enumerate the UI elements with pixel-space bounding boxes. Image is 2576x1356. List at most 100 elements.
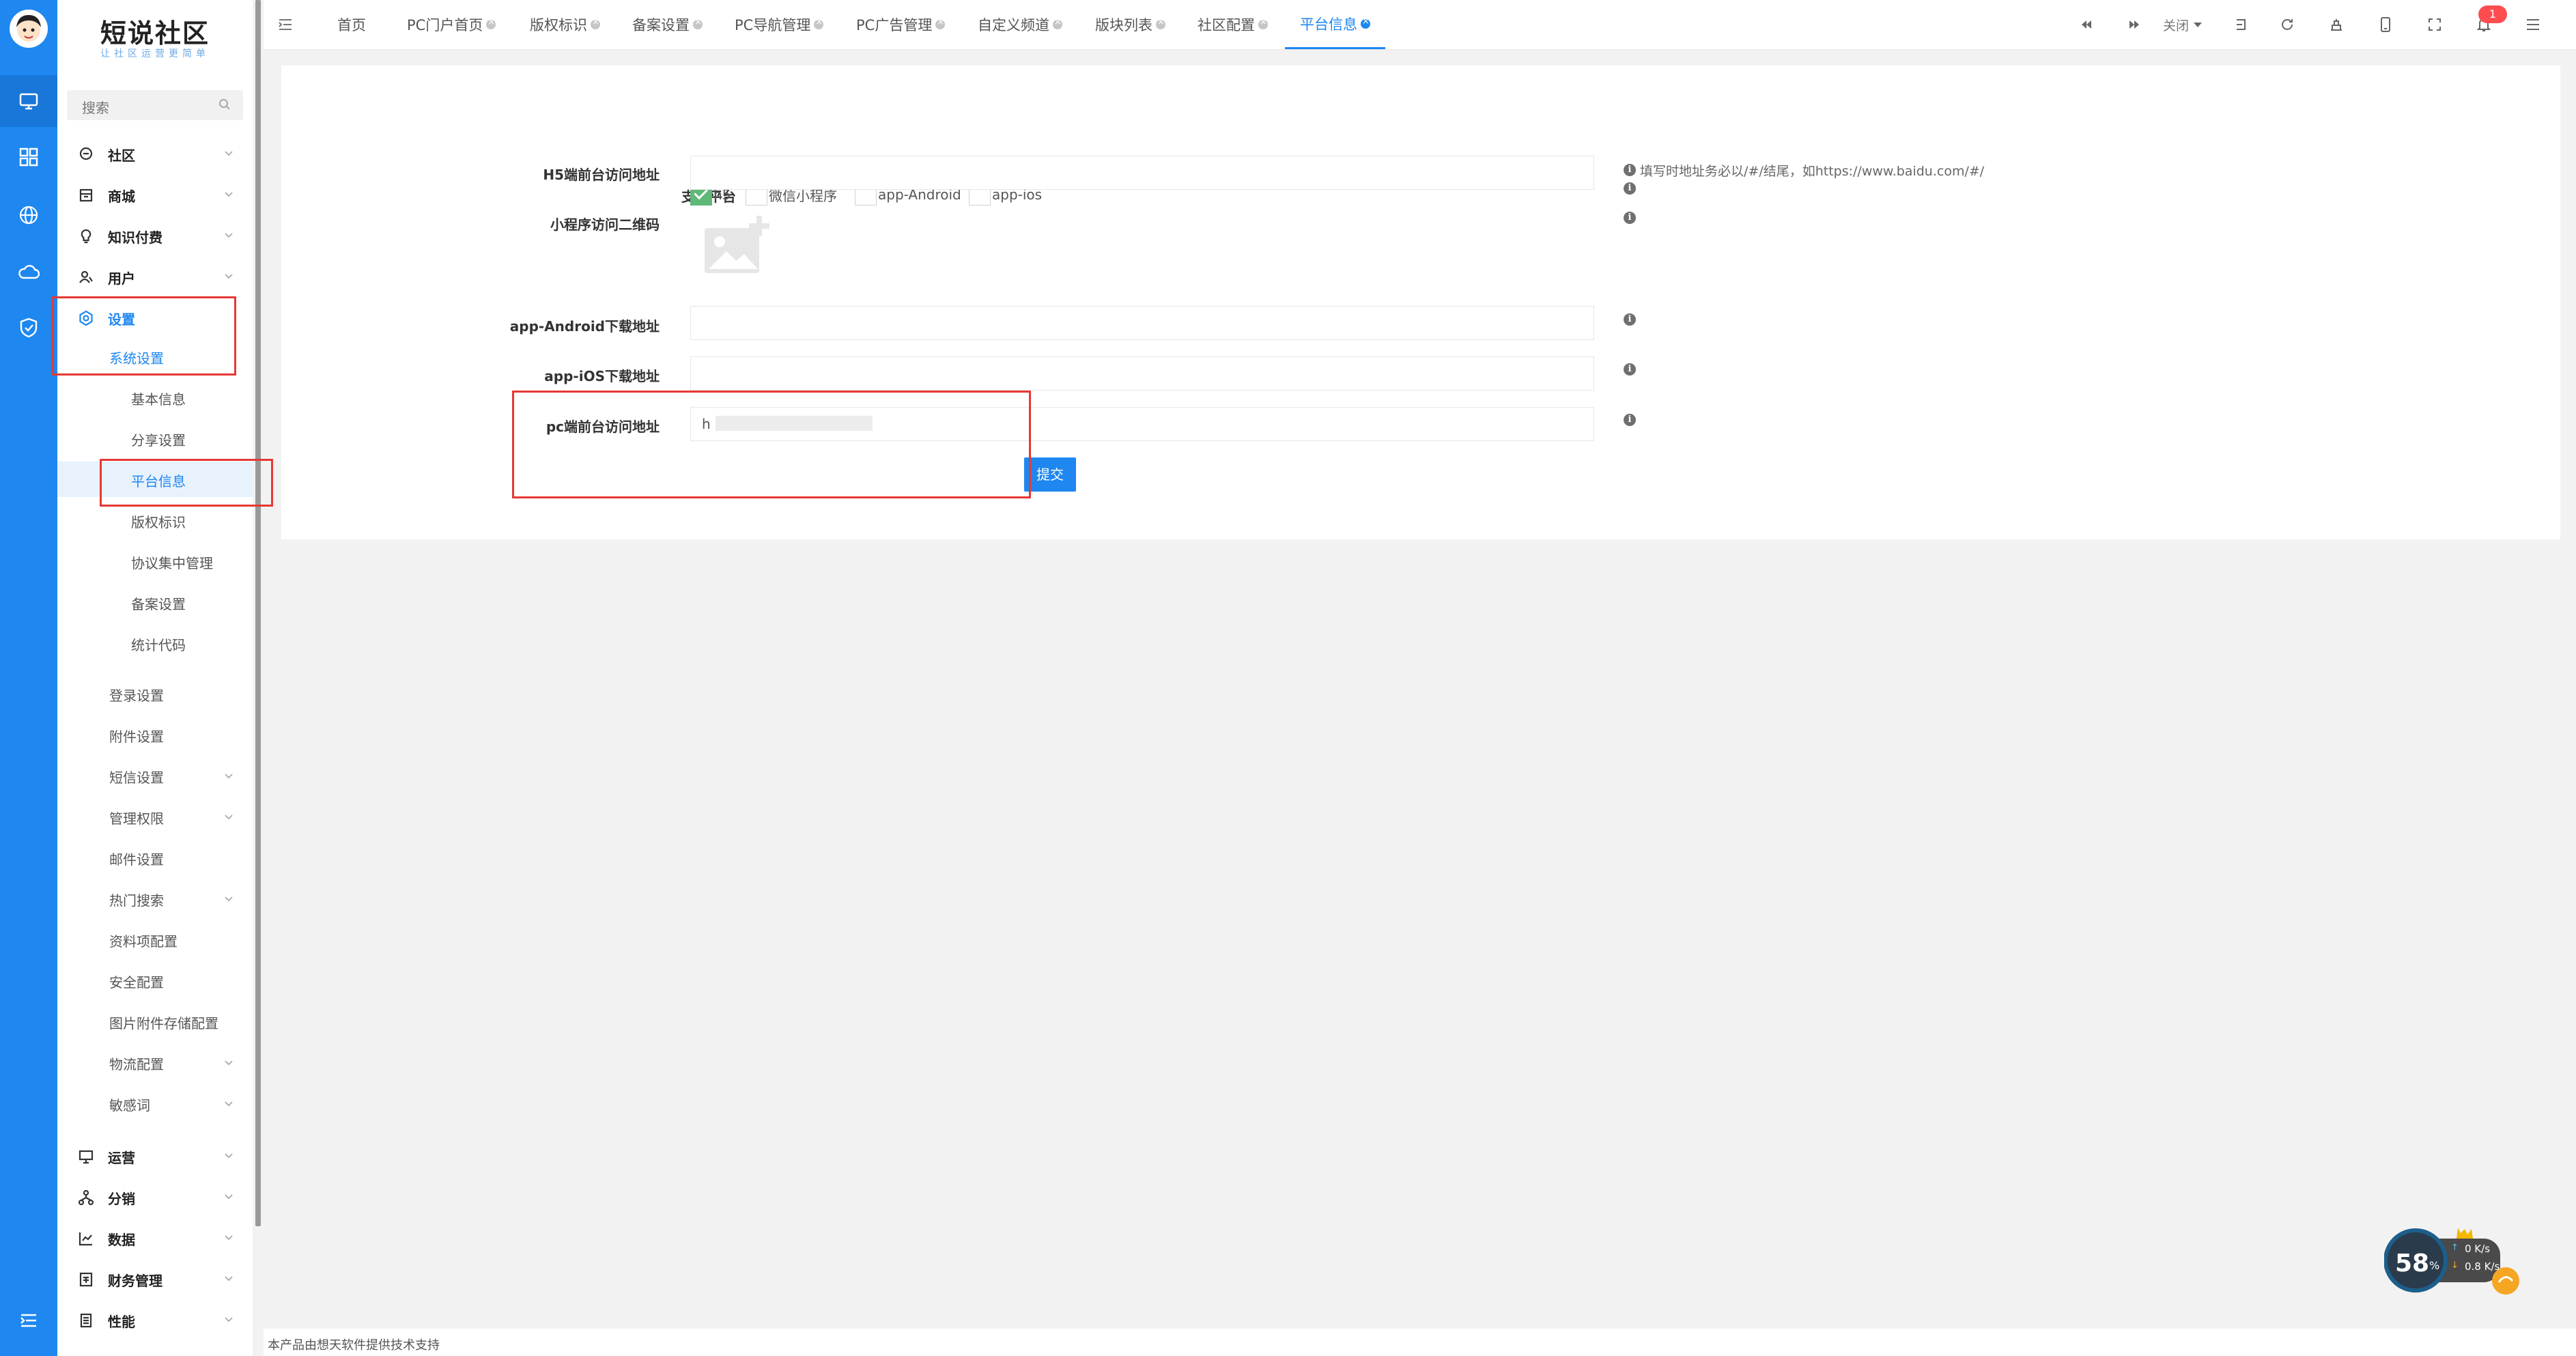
submit-button[interactable]: 提交 [1024, 457, 1076, 492]
refresh-icon[interactable] [2276, 14, 2298, 36]
close-icon[interactable] [814, 17, 824, 29]
sidebar-search-input[interactable]: 搜索 [67, 90, 243, 120]
close-icon[interactable] [1258, 17, 1268, 29]
sidebar-item-logistics[interactable]: 物流配置 [57, 1045, 253, 1080]
close-icon[interactable] [693, 17, 703, 29]
download-arrow-icon: ↓ [2451, 1260, 2459, 1271]
brand-subtitle: 让社区运营更简单 [100, 48, 210, 59]
tab-pc-ads[interactable]: PC广告管理 [856, 0, 946, 49]
sidebar-item-sms-settings[interactable]: 短信设置 [57, 758, 253, 793]
tab-board-list[interactable]: 版块列表 [1095, 0, 1165, 49]
h5-url-input[interactable] [690, 156, 1594, 190]
android-url-input[interactable] [690, 306, 1594, 340]
monitor-icon[interactable] [0, 75, 57, 127]
sidebar-item-distribution[interactable]: 分销 [57, 1178, 253, 1217]
close-icon[interactable] [486, 17, 496, 29]
exit-icon[interactable] [2230, 14, 2252, 36]
globe-icon[interactable] [15, 201, 42, 229]
sidebar-item-label: 物流配置 [109, 1056, 164, 1073]
sidebar-item-attachment-settings[interactable]: 附件设置 [57, 717, 253, 752]
mobile-preview-icon[interactable] [2375, 14, 2396, 36]
info-icon[interactable]: i [1624, 414, 1636, 426]
tab-copyright[interactable]: 版权标识 [530, 0, 600, 49]
brand-logo[interactable]: 短说社区 让社区运营更简单 [57, 0, 253, 75]
sidebar-item-security-config[interactable]: 安全配置 [57, 963, 253, 998]
sidebar-item-label: 性能 [108, 1314, 135, 1330]
tab-label: 版权标识 [530, 17, 587, 33]
tab-home[interactable]: 首页 [337, 0, 366, 49]
apps-grid-icon[interactable] [15, 143, 42, 171]
tab-pc-nav[interactable]: PC导航管理 [735, 0, 824, 49]
sidebar-item-operation[interactable]: 运营 [57, 1138, 253, 1176]
shield-icon[interactable] [15, 314, 42, 341]
chevron-down-icon [224, 1189, 233, 1204]
sidebar-item-label: 管理权限 [109, 810, 164, 827]
sidebar: 短说社区 让社区运营更简单 搜索 社区 商城 知识付费 用户 设置 系统设置 基… [57, 0, 253, 1356]
close-icon[interactable] [1361, 16, 1370, 29]
sidebar-item-filing[interactable]: 备案设置 [57, 584, 253, 620]
ios-url-label: app-iOS下载地址 [544, 368, 660, 384]
sidebar-item-label: 社区 [108, 147, 135, 164]
tab-custom-channel[interactable]: 自定义频道 [978, 0, 1062, 49]
user-avatar[interactable] [10, 10, 48, 48]
close-icon[interactable] [1156, 17, 1165, 29]
info-icon[interactable]: i [1624, 182, 1636, 195]
info-icon[interactable]: i [1624, 363, 1636, 376]
sidebar-item-login-settings[interactable]: 登录设置 [57, 676, 253, 711]
tab-filing[interactable]: 备案设置 [632, 0, 703, 49]
sidebar-item-profile-config[interactable]: 资料项配置 [57, 922, 253, 957]
sidebar-item-sensitive-words[interactable]: 敏感词 [57, 1086, 253, 1121]
close-icon[interactable] [935, 17, 946, 29]
image-upload-icon[interactable] [702, 214, 772, 279]
sidebar-item-data[interactable]: 数据 [57, 1219, 253, 1258]
collapse-menu-icon[interactable] [15, 1307, 42, 1334]
chevron-down-icon [224, 228, 233, 243]
cloud-icon[interactable] [15, 258, 42, 285]
sidebar-item-permissions[interactable]: 管理权限 [57, 799, 253, 834]
close-tabs-dropdown[interactable]: 关闭 [2163, 0, 2203, 49]
menu-toggle-icon[interactable] [274, 14, 296, 36]
info-icon[interactable]: i [1624, 313, 1636, 326]
clear-cache-icon[interactable] [2325, 14, 2347, 36]
chevron-down-icon [224, 769, 233, 784]
sidebar-item-label: 附件设置 [109, 729, 164, 745]
sidebar-item-performance[interactable]: 性能 [57, 1301, 253, 1340]
close-tabs-label: 关闭 [2163, 18, 2190, 33]
info-icon[interactable]: i [1624, 212, 1636, 224]
sidebar-item-share-settings[interactable]: 分享设置 [57, 421, 253, 456]
tab-pc-portal[interactable]: PC门户首页 [407, 0, 496, 49]
sidebar-item-copyright[interactable]: 版权标识 [57, 503, 253, 538]
sidebar-item-stats-code[interactable]: 统计代码 [57, 625, 253, 661]
sidebar-item-basic-info[interactable]: 基本信息 [57, 380, 253, 415]
search-placeholder: 搜索 [82, 100, 109, 116]
tab-label: 版块列表 [1095, 17, 1152, 33]
sidebar-item-label: 版权标识 [131, 514, 186, 531]
sidebar-item-image-storage[interactable]: 图片附件存储配置 [57, 1004, 253, 1039]
tab-platform-info[interactable]: 平台信息 [1285, 0, 1385, 49]
footer: 本产品由想天软件提供技术支持 [264, 1329, 2576, 1356]
info-icon[interactable]: i [1624, 164, 1636, 176]
tab-community-config[interactable]: 社区配置 [1198, 0, 1268, 49]
sidebar-item-knowledge[interactable]: 知识付费 [57, 217, 253, 255]
chevron-down-icon [224, 1097, 233, 1112]
scroll-right-icon[interactable] [2123, 14, 2145, 36]
close-icon[interactable] [591, 17, 600, 29]
sidebar-item-label: 安全配置 [109, 974, 164, 991]
sidebar-item-shop[interactable]: 商城 [57, 176, 253, 214]
sidebar-item-label: 敏感词 [109, 1097, 150, 1114]
scroll-left-icon[interactable] [2076, 14, 2097, 36]
fullscreen-icon[interactable] [2424, 14, 2446, 36]
sidebar-item-finance[interactable]: 财务管理 [57, 1260, 253, 1299]
close-icon[interactable] [1053, 17, 1062, 29]
chevron-down-icon [224, 269, 233, 284]
sidebar-item-community[interactable]: 社区 [57, 135, 253, 173]
ios-url-input[interactable] [690, 356, 1594, 391]
sidebar-item-mail-settings[interactable]: 邮件设置 [57, 840, 253, 875]
sidebar-scrollbar[interactable] [255, 0, 261, 1226]
sidebar-item-users[interactable]: 用户 [57, 258, 253, 296]
sidebar-item-agreements[interactable]: 协议集中管理 [57, 543, 253, 579]
sidebar-item-hot-search[interactable]: 热门搜索 [57, 881, 253, 916]
sidebar-item-label: 协议集中管理 [131, 555, 213, 571]
more-menu-icon[interactable] [2522, 14, 2544, 36]
network-speed-widget[interactable]: 58 % ↑ 0 K/s ↓ 0.8 K/s [2383, 1226, 2521, 1312]
